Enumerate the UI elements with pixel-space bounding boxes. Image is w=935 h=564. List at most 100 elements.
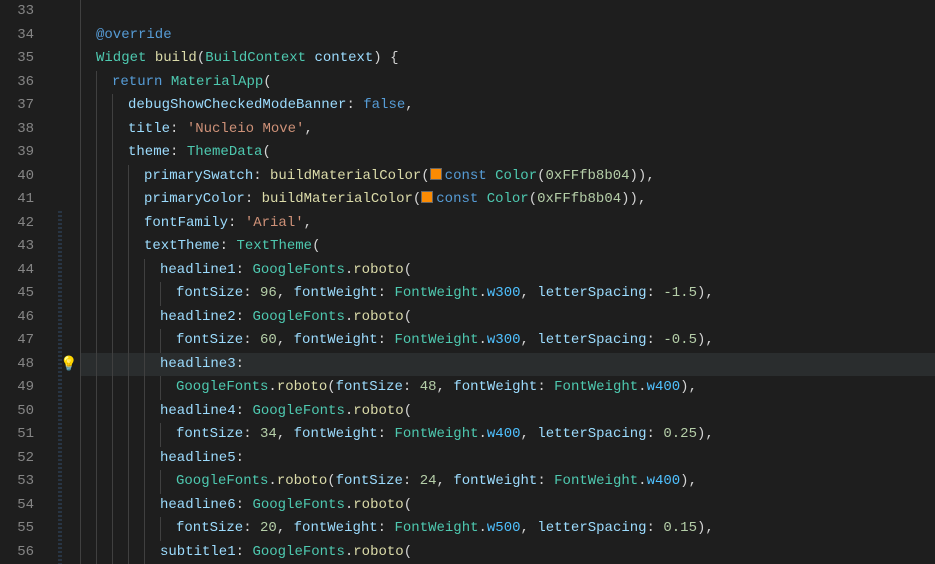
code-line[interactable]: theme: ThemeData(: [80, 141, 935, 165]
code-line[interactable]: primarySwatch: buildMaterialColor(const …: [80, 165, 935, 189]
code-line[interactable]: [80, 0, 935, 24]
enum: w400: [647, 379, 681, 395]
line-number: 51: [0, 423, 34, 447]
param: fontSize: [176, 520, 243, 536]
type: GoogleFonts: [176, 473, 268, 489]
code-line[interactable]: headline6: GoogleFonts.roboto(: [80, 494, 935, 518]
param: letterSpacing: [537, 520, 646, 536]
code-line[interactable]: GoogleFonts.roboto(fontSize: 24, fontWei…: [80, 470, 935, 494]
code-line[interactable]: debugShowCheckedModeBanner: false,: [80, 94, 935, 118]
line-number: 45: [0, 282, 34, 306]
number: 60: [260, 332, 277, 348]
param: fontWeight: [294, 332, 378, 348]
param: primarySwatch: [144, 168, 253, 184]
code-line[interactable]: fontSize: 20, fontWeight: FontWeight.w50…: [80, 517, 935, 541]
code-line[interactable]: GoogleFonts.roboto(fontSize: 48, fontWei…: [80, 376, 935, 400]
param: headline4: [160, 403, 236, 419]
line-number: 53: [0, 470, 34, 494]
code-line[interactable]: fontSize: 96, fontWeight: FontWeight.w30…: [80, 282, 935, 306]
param: fontWeight: [294, 520, 378, 536]
line-number: 52: [0, 447, 34, 471]
number: -1.5: [663, 285, 697, 301]
param: fontWeight: [294, 285, 378, 301]
type: Color: [495, 168, 537, 184]
param: headline5: [160, 450, 236, 466]
string: 'Nucleio Move': [187, 121, 305, 137]
line-number: 46: [0, 306, 34, 330]
type: GoogleFonts: [252, 403, 344, 419]
code-line[interactable]: fontSize: 60, fontWeight: FontWeight.w30…: [80, 329, 935, 353]
code-line[interactable]: fontFamily: 'Arial',: [80, 212, 935, 236]
code-line[interactable]: title: 'Nucleio Move',: [80, 118, 935, 142]
line-number: 49: [0, 376, 34, 400]
code-editor[interactable]: 33 34 35 36 37 38 39 40 41 42 43 44 45 4…: [0, 0, 935, 564]
code-line[interactable]: headline1: GoogleFonts.roboto(: [80, 259, 935, 283]
number: 24: [420, 473, 437, 489]
code-line-active[interactable]: headline3:: [80, 353, 935, 377]
param: fontFamily: [144, 215, 228, 231]
param: context: [314, 50, 373, 66]
code-line[interactable]: Widget build(BuildContext context) {: [80, 47, 935, 71]
line-number: 38: [0, 118, 34, 142]
modified-indicator: [58, 211, 62, 564]
code-line[interactable]: headline5:: [80, 447, 935, 471]
method: buildMaterialColor: [262, 191, 413, 207]
param: headline1: [160, 262, 236, 278]
param: title: [128, 121, 170, 137]
line-number: 55: [0, 517, 34, 541]
code-line[interactable]: headline4: GoogleFonts.roboto(: [80, 400, 935, 424]
keyword: const: [436, 191, 478, 207]
param: debugShowCheckedModeBanner: [128, 97, 346, 113]
param: fontSize: [176, 285, 243, 301]
line-number: 54: [0, 494, 34, 518]
line-number: 44: [0, 259, 34, 283]
line-number: 33: [0, 0, 34, 24]
line-number: 36: [0, 71, 34, 95]
param: headline2: [160, 309, 236, 325]
type: GoogleFonts: [176, 379, 268, 395]
type: FontWeight: [394, 520, 478, 536]
param: fontWeight: [453, 379, 537, 395]
annotation: @override: [96, 27, 172, 43]
type: MaterialApp: [171, 74, 263, 90]
number: 48: [420, 379, 437, 395]
code-line[interactable]: headline2: GoogleFonts.roboto(: [80, 306, 935, 330]
code-area[interactable]: @override Widget build(BuildContext cont…: [80, 0, 935, 564]
color-swatch-icon[interactable]: [421, 191, 433, 203]
code-line[interactable]: textTheme: TextTheme(: [80, 235, 935, 259]
string: 'Arial': [245, 215, 304, 231]
type: ThemeData: [187, 144, 263, 160]
line-number: 56: [0, 541, 34, 564]
line-number: 37: [0, 94, 34, 118]
param: letterSpacing: [537, 332, 646, 348]
line-number: 43: [0, 235, 34, 259]
line-number: 50: [0, 400, 34, 424]
keyword: return: [112, 74, 162, 90]
method: build: [155, 50, 197, 66]
line-number: 48: [0, 353, 34, 377]
type: FontWeight: [394, 332, 478, 348]
number: 0.25: [663, 426, 697, 442]
type: BuildContext: [205, 50, 306, 66]
line-number: 35: [0, 47, 34, 71]
code-line[interactable]: fontSize: 34, fontWeight: FontWeight.w40…: [80, 423, 935, 447]
type: TextTheme: [236, 238, 312, 254]
enum: w300: [487, 332, 521, 348]
param: letterSpacing: [537, 285, 646, 301]
number: 0.15: [663, 520, 697, 536]
code-line[interactable]: @override: [80, 24, 935, 48]
code-line[interactable]: return MaterialApp(: [80, 71, 935, 95]
enum: w300: [487, 285, 521, 301]
code-line[interactable]: subtitle1: GoogleFonts.roboto(: [80, 541, 935, 564]
method: roboto: [353, 262, 403, 278]
param: subtitle1: [160, 544, 236, 560]
enum: w400: [647, 473, 681, 489]
param: headline3: [160, 356, 236, 372]
code-line[interactable]: primaryColor: buildMaterialColor(const C…: [80, 188, 935, 212]
number: 0xFFfb8b04: [546, 168, 630, 184]
color-swatch-icon[interactable]: [430, 168, 442, 180]
type: GoogleFonts: [252, 544, 344, 560]
lightbulb-icon[interactable]: 💡: [60, 357, 76, 373]
param: theme: [128, 144, 170, 160]
enum: w400: [487, 426, 521, 442]
